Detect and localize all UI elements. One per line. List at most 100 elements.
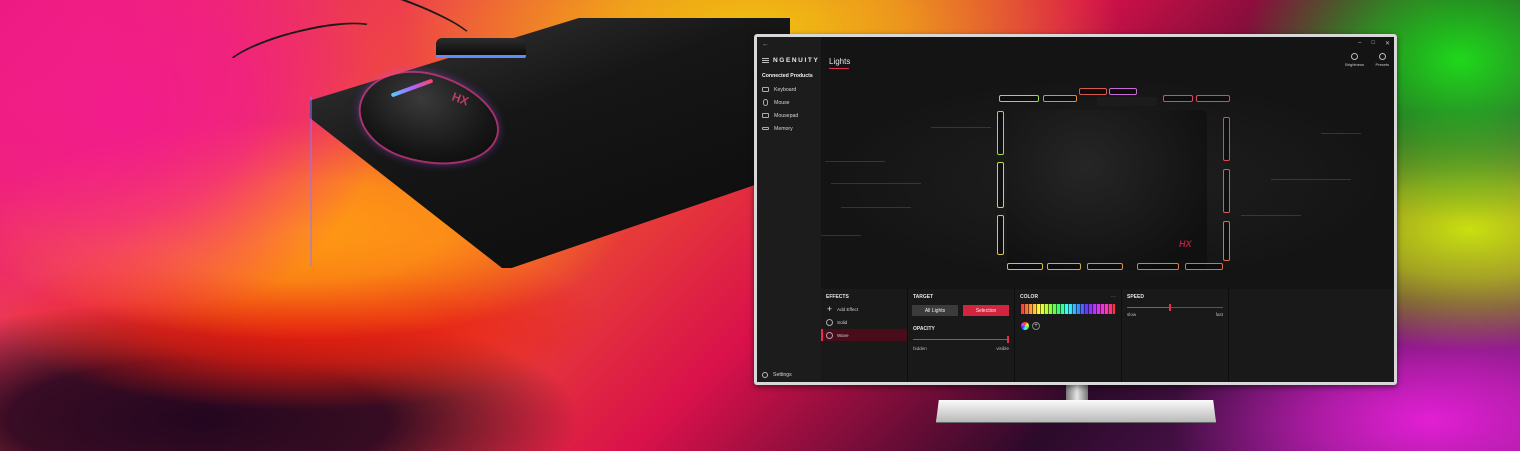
minimize-button[interactable]: – xyxy=(1358,40,1361,47)
mousepad-hub xyxy=(436,38,526,58)
sidebar: ← NGENUITY Connected Products Keyboard M… xyxy=(757,37,821,382)
led-zone[interactable] xyxy=(1163,95,1193,102)
target-heading: TARGET xyxy=(913,294,934,300)
color-menu-icon[interactable]: ... xyxy=(1111,293,1116,299)
led-zone[interactable] xyxy=(1223,221,1230,261)
led-zone[interactable] xyxy=(1223,117,1230,161)
mousepad-hub-preview xyxy=(1097,97,1157,106)
page-title: Lights xyxy=(829,57,851,66)
current-color-swatch[interactable] xyxy=(1021,322,1029,330)
scanline xyxy=(825,161,885,162)
empty-panel xyxy=(1229,289,1394,382)
opacity-max-label: visible xyxy=(996,346,1009,351)
sidebar-item-label: Keyboard xyxy=(774,86,797,93)
selection-button[interactable]: Selection xyxy=(963,305,1009,316)
led-zone[interactable] xyxy=(1137,263,1179,270)
effects-panel: EFFECTS + Add Effect Solid Wave xyxy=(821,289,907,382)
speed-heading: SPEED xyxy=(1127,294,1144,300)
add-effect-button[interactable]: + Add Effect xyxy=(821,303,907,315)
scanline xyxy=(931,127,991,128)
speed-panel: SPEED slow fast xyxy=(1122,289,1228,382)
settings-button[interactable]: Settings xyxy=(762,372,792,378)
sidebar-item-label: Mousepad xyxy=(774,112,799,119)
led-zone[interactable] xyxy=(1007,263,1043,270)
brand-row: NGENUITY xyxy=(757,51,821,69)
mousepad-preview xyxy=(1007,110,1207,270)
brand-logo: NGENUITY xyxy=(773,56,820,64)
keyboard-icon xyxy=(762,87,769,92)
plus-icon: + xyxy=(826,304,833,314)
scanline xyxy=(1321,133,1361,134)
scanline xyxy=(841,207,911,208)
led-zone[interactable] xyxy=(997,162,1004,208)
effect-item-wave[interactable]: Wave xyxy=(821,329,907,341)
led-zone[interactable] xyxy=(1109,88,1137,95)
speed-max-label: fast xyxy=(1215,312,1223,317)
opacity-min-label: hidden xyxy=(913,346,927,351)
opacity-slider-fill xyxy=(913,339,1009,340)
settings-label: Settings xyxy=(773,372,792,378)
led-zone[interactable] xyxy=(1047,263,1081,270)
color-heading: COLOR xyxy=(1020,294,1039,300)
mouse-icon xyxy=(763,99,768,106)
opacity-slider-thumb[interactable] xyxy=(1007,336,1009,343)
app-window: ← NGENUITY Connected Products Keyboard M… xyxy=(757,37,1394,382)
led-zone[interactable] xyxy=(1223,169,1230,213)
scanline xyxy=(1271,179,1351,180)
sidebar-item-mouse[interactable]: Mouse xyxy=(757,96,821,109)
led-zone[interactable] xyxy=(1185,263,1223,270)
tab-underline xyxy=(829,68,849,69)
color-spectrum-segments xyxy=(1021,304,1115,314)
window-controls: – □ ✕ xyxy=(1358,40,1390,47)
led-zone[interactable] xyxy=(1196,95,1230,102)
effects-heading: EFFECTS xyxy=(826,294,849,300)
scanline xyxy=(821,235,861,236)
effect-label: Wave xyxy=(837,332,849,338)
effect-panels: EFFECTS + Add Effect Solid Wave TARGET A… xyxy=(821,289,1394,382)
led-zone[interactable] xyxy=(1079,88,1107,95)
speed-slider-fill xyxy=(1127,307,1171,308)
add-effect-label: Add Effect xyxy=(837,306,859,312)
effect-label: Solid xyxy=(837,319,848,325)
add-color-button[interactable]: + xyxy=(1032,322,1040,330)
led-zone[interactable] xyxy=(1087,263,1123,270)
brightness-icon xyxy=(1351,53,1359,60)
mousepad-icon xyxy=(762,113,769,118)
all-lights-button[interactable]: All Lights xyxy=(912,305,958,316)
target-panel: TARGET All Lights Selection OPACITY hidd… xyxy=(908,289,1014,382)
led-zone[interactable] xyxy=(999,95,1039,102)
memory-icon xyxy=(762,127,769,130)
wave-effect-icon xyxy=(826,331,833,339)
hamburger-menu-icon[interactable] xyxy=(762,57,769,63)
opacity-heading: OPACITY xyxy=(913,326,935,332)
maximize-button[interactable]: □ xyxy=(1371,40,1375,47)
color-panel: COLOR ... + xyxy=(1015,289,1121,382)
presets-button[interactable]: Presets xyxy=(1375,53,1389,67)
brightness-label: Brightness xyxy=(1345,62,1364,67)
sidebar-item-keyboard[interactable]: Keyboard xyxy=(757,83,821,96)
scanline xyxy=(1241,215,1301,216)
brightness-button[interactable]: Brightness xyxy=(1345,53,1364,67)
presets-icon xyxy=(1378,53,1386,60)
led-zone[interactable] xyxy=(1043,95,1077,102)
speed-slider-thumb[interactable] xyxy=(1169,304,1172,311)
monitor: ← NGENUITY Connected Products Keyboard M… xyxy=(754,34,1397,385)
led-zone[interactable] xyxy=(997,215,1004,255)
close-button[interactable]: ✕ xyxy=(1385,40,1390,47)
connected-products-heading: Connected Products xyxy=(762,73,813,79)
sidebar-item-mousepad[interactable]: Mousepad xyxy=(757,109,821,122)
led-zone[interactable] xyxy=(997,111,1004,155)
back-arrow-icon[interactable]: ← xyxy=(757,41,821,51)
gear-icon xyxy=(762,372,768,378)
sidebar-item-label: Memory xyxy=(774,125,793,132)
solid-effect-icon xyxy=(826,318,833,326)
effect-item-solid[interactable]: Solid xyxy=(821,316,907,328)
main-content: – □ ✕ Lights Brightness Presets HX EFFEC… xyxy=(821,37,1394,382)
monitor-base xyxy=(936,400,1216,422)
scanline xyxy=(831,183,921,184)
speed-min-label: slow xyxy=(1127,312,1137,317)
presets-label: Presets xyxy=(1375,62,1389,67)
sidebar-item-memory[interactable]: Memory xyxy=(757,122,821,135)
hyperx-logo: HX xyxy=(1179,239,1192,249)
sidebar-item-label: Mouse xyxy=(774,99,790,106)
